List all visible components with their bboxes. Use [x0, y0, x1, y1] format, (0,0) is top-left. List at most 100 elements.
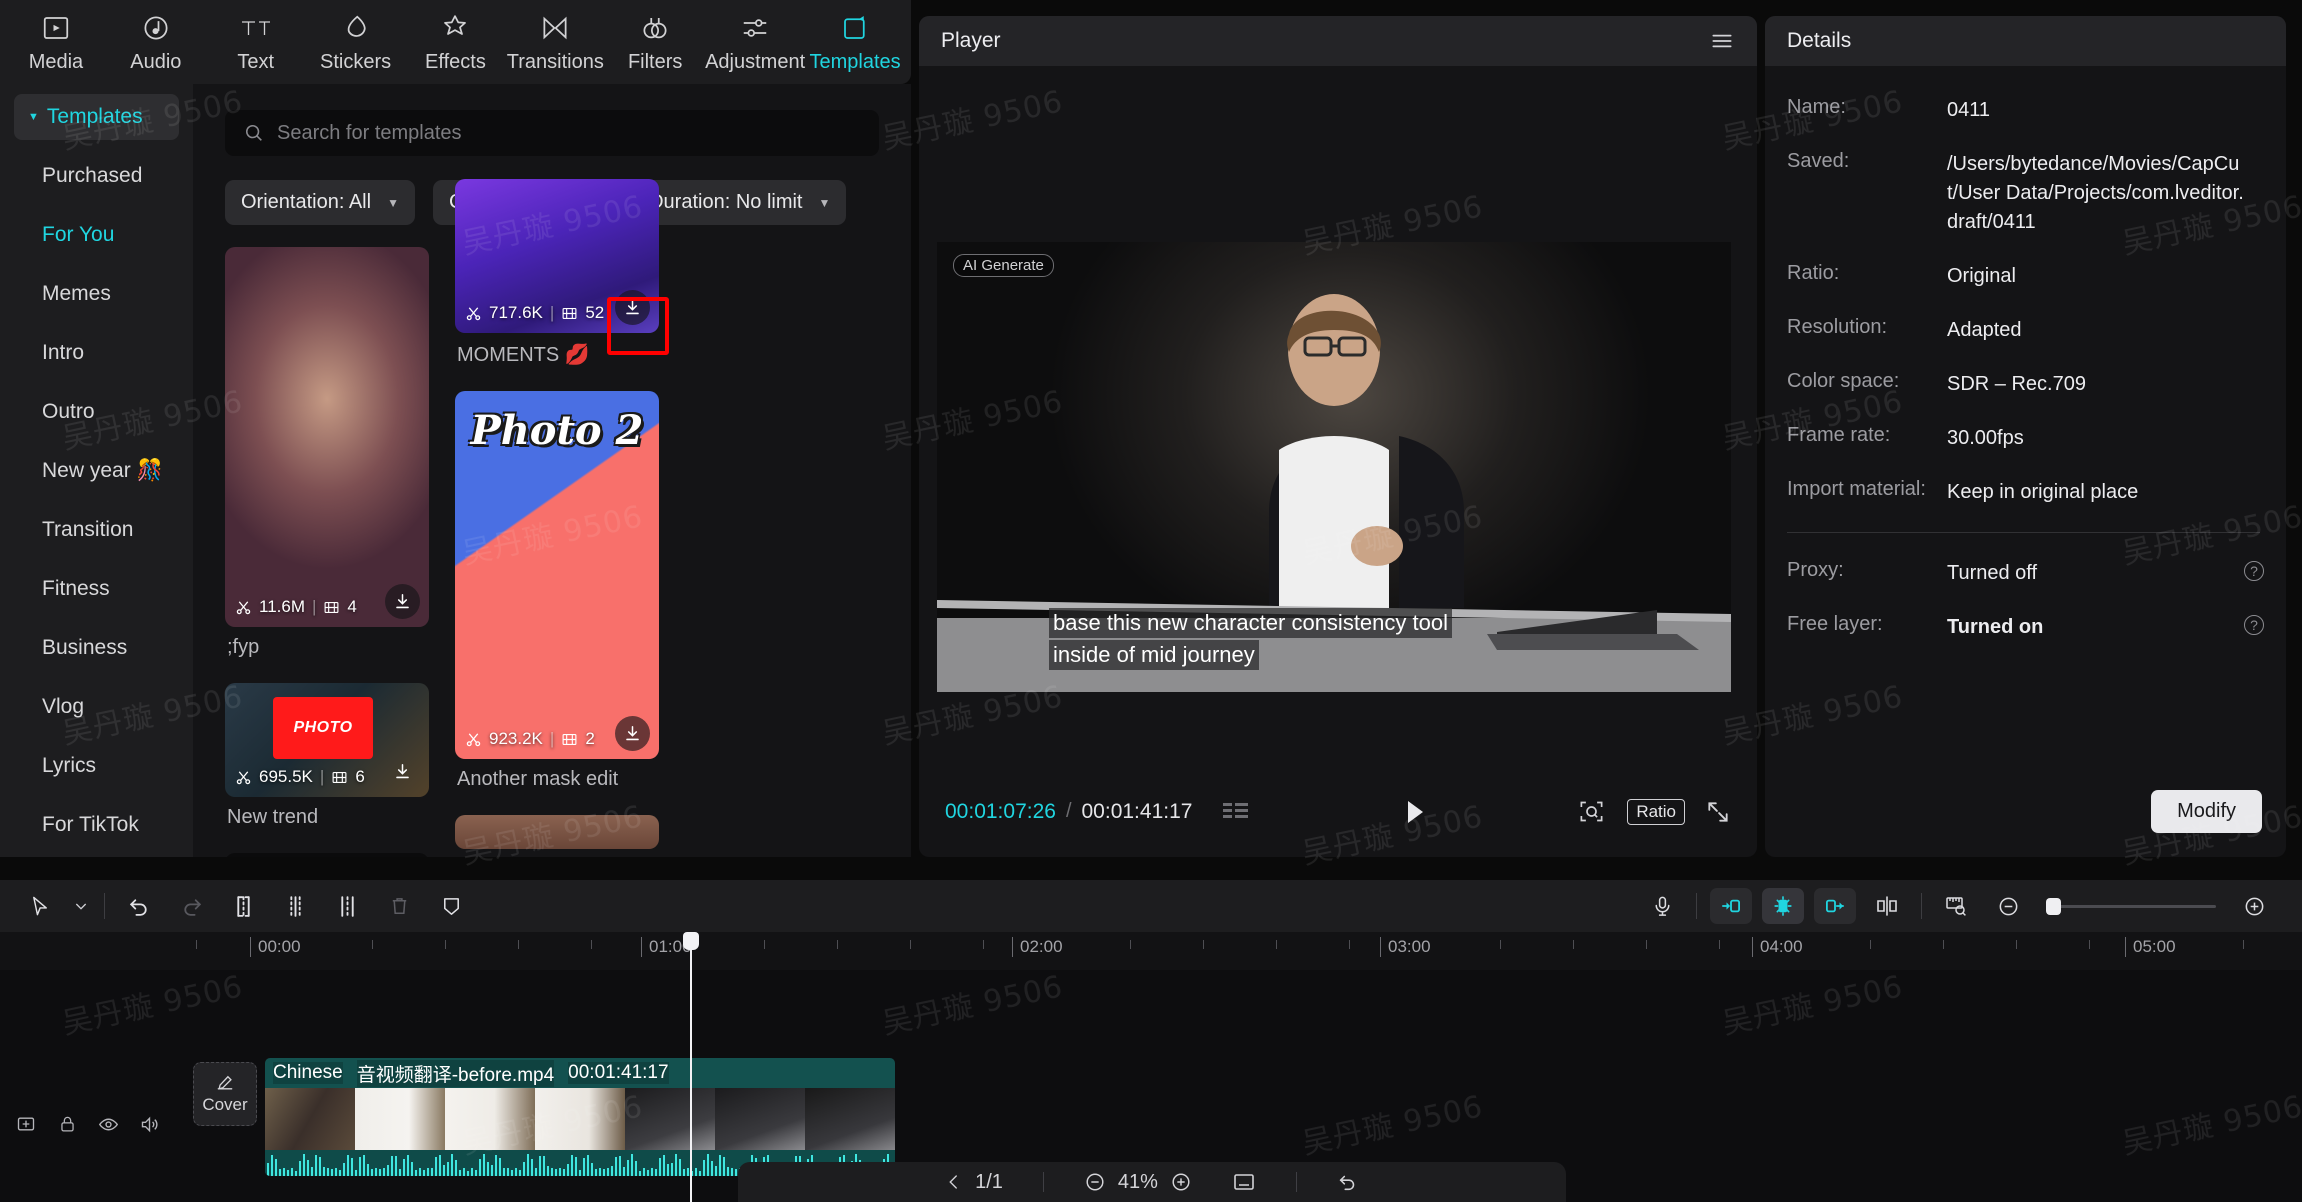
sidebar-item-label: New year 🎊: [42, 458, 163, 482]
download-button[interactable]: [385, 584, 420, 619]
microphone-icon[interactable]: [1636, 883, 1688, 929]
download-button[interactable]: [615, 716, 650, 751]
split-icon[interactable]: [269, 883, 321, 929]
zoom-out-circle-icon[interactable]: [1084, 1171, 1106, 1193]
speaker-icon[interactable]: [137, 1112, 161, 1136]
sidebar-item-vlog[interactable]: Vlog: [0, 677, 193, 736]
sidebar-item-intro[interactable]: Intro: [0, 323, 193, 382]
template-stats: 717.6K | 52: [465, 303, 604, 323]
template-clip-count: 6: [355, 767, 365, 786]
template-thumbnail-partial[interactable]: [455, 815, 659, 849]
cover-label: Cover: [202, 1095, 248, 1114]
tool-filters[interactable]: Filters: [605, 11, 705, 74]
download-button[interactable]: [615, 290, 650, 325]
tool-effects[interactable]: Effects: [406, 11, 506, 74]
template-card[interactable]: 717.6K | 52 MOMENTS 💋: [455, 179, 659, 383]
playhead-handle[interactable]: [683, 932, 699, 950]
tool-adjustment[interactable]: Adjustment: [705, 11, 805, 74]
templates-icon: [840, 11, 870, 45]
ruler-icon[interactable]: [1930, 883, 1982, 929]
split-left-icon[interactable]: [217, 883, 269, 929]
lock-icon[interactable]: [55, 1112, 79, 1136]
template-thumbnail-partial[interactable]: [225, 853, 429, 857]
tool-text[interactable]: Text: [206, 11, 306, 74]
sidebar-item-business[interactable]: Business: [0, 618, 193, 677]
zoom-controls[interactable]: 41%: [1084, 1171, 1192, 1194]
cover-button[interactable]: Cover: [193, 1062, 257, 1126]
prev-page-control[interactable]: 1/1: [945, 1171, 1003, 1194]
template-card[interactable]: Photo 2 923.2K | 2 Another mask edit: [455, 391, 659, 807]
auto-cut-left-icon[interactable]: [1710, 888, 1752, 924]
tool-stickers[interactable]: Stickers: [306, 11, 406, 74]
timeline-playhead[interactable]: [683, 932, 699, 1202]
zoom-in-icon[interactable]: [2228, 883, 2280, 929]
subtitle-line: inside of mid journey: [1049, 639, 1259, 670]
eye-icon[interactable]: [96, 1112, 120, 1136]
details-key: Name:: [1787, 96, 1846, 118]
sidebar-item-outro[interactable]: Outro: [0, 382, 193, 441]
ratio-button[interactable]: Ratio: [1627, 798, 1685, 825]
sidebar-item-transition[interactable]: Transition: [0, 500, 193, 559]
zoom-in-circle-icon[interactable]: [1170, 1171, 1192, 1193]
auto-cut-center-icon[interactable]: [1762, 888, 1804, 924]
timeline-clip[interactable]: Chinese 音视频翻译-before.mp4 00:01:41:17: [265, 1058, 895, 1176]
zoom-slider[interactable]: [2046, 897, 2216, 915]
fit-screen-icon[interactable]: [1232, 1172, 1256, 1192]
reset-icon[interactable]: [1337, 1171, 1359, 1193]
select-arrow-icon[interactable]: [14, 883, 66, 929]
ruler-label: 02:00: [1012, 937, 1063, 957]
template-thumbnail: 11.6M | 4: [225, 247, 429, 627]
zoom-slider-handle[interactable]: [2046, 897, 2061, 915]
sidebar-item-label: Transition: [42, 517, 134, 541]
tool-audio[interactable]: Audio: [106, 11, 206, 74]
film-icon: [323, 599, 340, 616]
modify-button[interactable]: Modify: [2151, 790, 2262, 833]
filter-duration[interactable]: Duration: No limit ▼: [633, 180, 847, 225]
search-input[interactable]: [277, 121, 861, 145]
download-button[interactable]: [385, 754, 420, 789]
split-right-icon[interactable]: [321, 883, 373, 929]
undo-icon[interactable]: [113, 883, 165, 929]
redo-icon[interactable]: [165, 883, 217, 929]
marker-icon[interactable]: [425, 883, 477, 929]
sidebar-item-purchased[interactable]: Purchased: [0, 146, 193, 205]
sidebar-item-memes[interactable]: Memes: [0, 264, 193, 323]
tool-transitions[interactable]: Transitions: [505, 11, 605, 74]
sidebar-item-for-you[interactable]: For You: [0, 205, 193, 264]
filter-orientation[interactable]: Orientation: All ▼: [225, 180, 415, 225]
list-icon[interactable]: [1222, 800, 1252, 824]
add-track-icon[interactable]: [14, 1112, 38, 1136]
help-icon[interactable]: ?: [2244, 615, 2264, 635]
template-card[interactable]: 11.6M | 4 ;fyp: [225, 247, 429, 675]
current-timecode[interactable]: 00:01:07:26: [945, 800, 1056, 824]
page-indicator: 1/1: [975, 1170, 1003, 1193]
play-icon[interactable]: [1403, 799, 1427, 825]
delete-icon[interactable]: [373, 883, 425, 929]
tool-media[interactable]: Media: [6, 11, 106, 74]
tool-templates[interactable]: Templates: [805, 11, 905, 74]
auto-cut-right-icon[interactable]: [1814, 888, 1856, 924]
help-icon[interactable]: ?: [2244, 561, 2264, 581]
video-canvas[interactable]: AI Generate base this new character cons…: [937, 242, 1731, 692]
chevron-down-icon: ▼: [387, 195, 399, 210]
sidebar-item-lyrics[interactable]: Lyrics: [0, 736, 193, 795]
search-box[interactable]: [225, 110, 879, 156]
zoom-value: 41%: [1117, 1170, 1158, 1193]
zoom-out-icon[interactable]: [1982, 883, 2034, 929]
ai-generate-badge: AI Generate: [953, 254, 1054, 277]
focus-icon[interactable]: [1578, 798, 1605, 825]
timeline-ruler[interactable]: 00:00 01:00 02:00 03:00 04:00 05:00: [0, 932, 2302, 970]
sidebar-header-templates[interactable]: ▼ Templates: [14, 94, 179, 140]
tool-label: Adjustment: [705, 50, 806, 73]
template-card[interactable]: PHOTO 695.5K | 6 New trend: [225, 683, 429, 845]
hamburger-icon[interactable]: [1709, 28, 1735, 54]
chevron-down-icon[interactable]: [66, 883, 96, 929]
mirror-icon[interactable]: [1861, 883, 1913, 929]
sidebar-item-new-year[interactable]: New year 🎊: [0, 441, 193, 500]
ruler-label: 03:00: [1380, 937, 1431, 957]
sidebar-item-for-tiktok[interactable]: For TikTok: [0, 795, 193, 854]
details-key: Import material:: [1787, 478, 1926, 500]
player-title: Player: [941, 29, 1001, 52]
sidebar-item-fitness[interactable]: Fitness: [0, 559, 193, 618]
fullscreen-icon[interactable]: [1705, 799, 1731, 825]
